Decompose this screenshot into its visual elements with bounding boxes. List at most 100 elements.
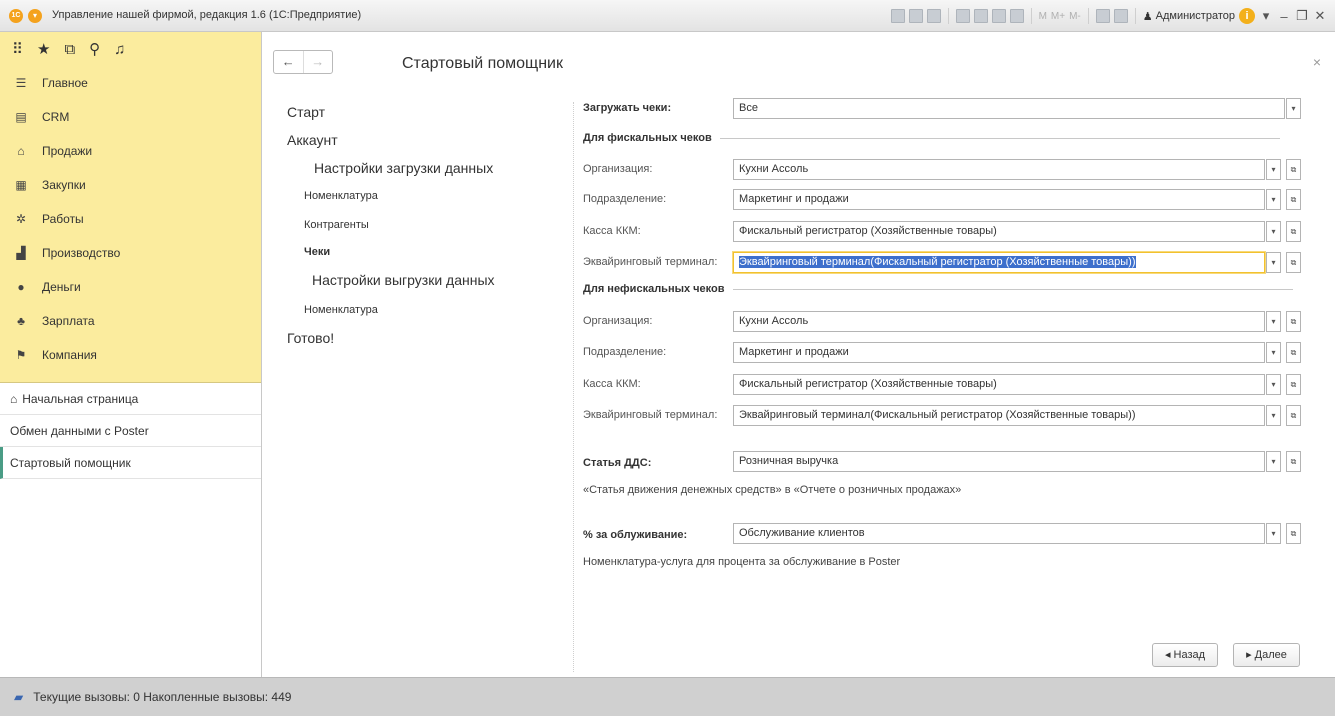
chevron-down-icon[interactable]: ▾ [1266,189,1281,210]
back-arrow-icon[interactable]: ← [274,51,303,73]
1c-logo-icon: 1С [9,9,23,23]
main-menu-button[interactable]: ▾ [28,9,42,23]
open-window-home[interactable]: ⌂ Начальная страница [0,383,261,415]
fiscal-kkm-field[interactable]: Фискальный регистратор (Хозяйственные то… [733,221,1265,242]
step-upload-settings[interactable]: Настройки выгрузки данных [312,272,495,288]
back-button[interactable]: ◂ Назад [1152,643,1218,667]
memory-m-button[interactable]: M [1039,11,1047,22]
dropdown-icon[interactable]: ▾ [1259,8,1273,24]
step-start[interactable]: Старт [287,104,325,120]
nonfiscal-terminal-field[interactable]: Эквайринговый терминал(Фискальный регист… [733,405,1265,426]
step-account[interactable]: Аккаунт [287,132,338,148]
nonfiscal-org-label: Организация: [583,315,653,327]
table-icon[interactable] [991,9,1006,23]
sidebar-item-sales[interactable]: ⌂ Продажи [0,134,261,168]
open-icon[interactable]: ⧉ [1286,252,1301,273]
chevron-down-icon[interactable]: ▾ [1266,342,1281,363]
close-window-icon[interactable]: ✕ [1313,8,1327,24]
sidebar-item-purchases[interactable]: ▦ Закупки [0,168,261,202]
chevron-down-icon[interactable]: ▾ [1266,252,1281,273]
calendar-icon[interactable] [1009,9,1024,23]
chevron-down-icon[interactable]: ▾ [1266,311,1281,332]
fiscal-dept-field[interactable]: Маркетинг и продажи [733,189,1265,210]
chevron-down-icon[interactable]: ▾ [1266,523,1281,544]
sidebar-item-crm[interactable]: ▤ CRM [0,100,261,134]
open-icon[interactable]: ⧉ [1286,405,1301,426]
open-icon[interactable]: ⧉ [1286,221,1301,242]
title-toolbar: M M+ M- ♟ Администратор i ▾ – ❐ ✕ [890,6,1327,26]
sidebar: ⠿ ★ ⧉ ⚲ ♫ ☰ Главное ▤ CRM ⌂ Продажи ▦ За… [0,32,262,677]
nonfiscal-dept-field[interactable]: Маркетинг и продажи [733,342,1265,363]
chevron-down-icon[interactable]: ▾ [1266,405,1281,426]
sidebar-item-works[interactable]: ✲ Работы [0,202,261,236]
fiscal-kkm-label: Касса ККМ: [583,225,641,237]
crm-card-icon: ▤ [15,110,27,124]
menu-lines-icon: ☰ [15,76,27,90]
fiscal-org-field[interactable]: Кухни Ассоль [733,159,1265,180]
step-done[interactable]: Готово! [287,330,334,346]
chevron-down-icon[interactable]: ▾ [1286,98,1301,119]
preview-icon[interactable] [926,9,941,23]
sidebar-item-money[interactable]: ● Деньги [0,270,261,304]
step-nomenclature-load[interactable]: Номенклатура [304,190,378,202]
save-icon[interactable] [955,9,970,23]
service-field[interactable]: Обслуживание клиентов [733,523,1265,544]
open-icon[interactable]: ⧉ [1286,189,1301,210]
step-contractors[interactable]: Контрагенты [304,219,369,231]
calls-icon[interactable]: ▰ [14,690,23,704]
steps-divider [573,102,574,672]
sidebar-item-salary[interactable]: ♣ Зарплата [0,304,261,338]
history-icon[interactable]: ⧉ [64,41,75,58]
apps-grid-icon[interactable]: ⠿ [12,40,23,58]
chevron-down-icon[interactable]: ▾ [1266,159,1281,180]
search-icon[interactable]: ⚲ [89,40,100,58]
fiscal-terminal-field[interactable]: Эквайринговый терминал(Фискальный регист… [733,252,1265,273]
step-load-settings[interactable]: Настройки загрузки данных [314,160,493,176]
open-icon[interactable]: ⧉ [1286,159,1301,180]
open-icon[interactable]: ⧉ [1286,451,1301,472]
open-icon[interactable]: ⧉ [1286,342,1301,363]
sidebar-item-company[interactable]: ⚑ Компания [0,338,261,372]
window-title: Управление нашей фирмой, редакция 1.6 (1… [52,9,362,21]
chevron-down-icon[interactable]: ▾ [1266,374,1281,395]
list-icon[interactable] [890,9,905,23]
step-receipts[interactable]: Чеки [304,246,330,258]
print-icon[interactable] [908,9,923,23]
open-icon[interactable]: ⧉ [1286,374,1301,395]
load-receipts-field[interactable]: Все [733,98,1285,119]
nonfiscal-kkm-label: Касса ККМ: [583,378,641,390]
factory-icon: ▟ [16,246,26,260]
restore-icon[interactable]: ❐ [1295,8,1309,24]
zoom-icon[interactable] [1095,9,1110,23]
info-icon[interactable]: i [1239,8,1255,24]
open-window-start-assistant[interactable]: Стартовый помощник [0,447,261,479]
dds-hint: «Статья движения денежных средств» в «От… [583,484,962,496]
dds-field[interactable]: Розничная выручка [733,451,1265,472]
chevron-down-icon[interactable]: ▾ [1266,221,1281,242]
bell-icon[interactable]: ♫ [114,41,125,58]
forward-arrow-icon[interactable]: → [302,51,333,73]
sidebar-item-main[interactable]: ☰ Главное [0,66,261,100]
panels-icon[interactable] [1113,9,1128,23]
step-nomenclature-upload[interactable]: Номенклатура [304,304,378,316]
copy-icon[interactable] [973,9,988,23]
user-menu[interactable]: ♟ Администратор [1143,10,1235,23]
memory-m-plus-button[interactable]: M+ [1051,11,1065,22]
minimize-icon[interactable]: – [1277,9,1291,24]
main-panel: ← → Стартовый помощник × Старт Аккаунт Н… [262,32,1335,677]
open-window-poster-exchange[interactable]: Обмен данными с Poster [0,415,261,447]
close-icon[interactable]: × [1313,54,1321,70]
next-button[interactable]: ▸ Далее [1233,643,1300,667]
sections-panel: ⠿ ★ ⧉ ⚲ ♫ ☰ Главное ▤ CRM ⌂ Продажи ▦ За… [0,32,261,383]
nonfiscal-kkm-field[interactable]: Фискальный регистратор (Хозяйственные то… [733,374,1265,395]
chevron-down-icon[interactable]: ▾ [1266,451,1281,472]
open-icon[interactable]: ⧉ [1286,311,1301,332]
nonfiscal-org-field[interactable]: Кухни Ассоль [733,311,1265,332]
favorites-star-icon[interactable]: ★ [37,40,50,58]
fiscal-org-label: Организация: [583,163,653,175]
open-icon[interactable]: ⧉ [1286,523,1301,544]
nonfiscal-terminal-label: Эквайринговый терминал: [583,409,718,421]
sidebar-item-production[interactable]: ▟ Производство [0,236,261,270]
nonfiscal-group-heading: Для нефискальных чеков [583,283,1293,295]
memory-m-minus-button[interactable]: M- [1069,11,1081,22]
